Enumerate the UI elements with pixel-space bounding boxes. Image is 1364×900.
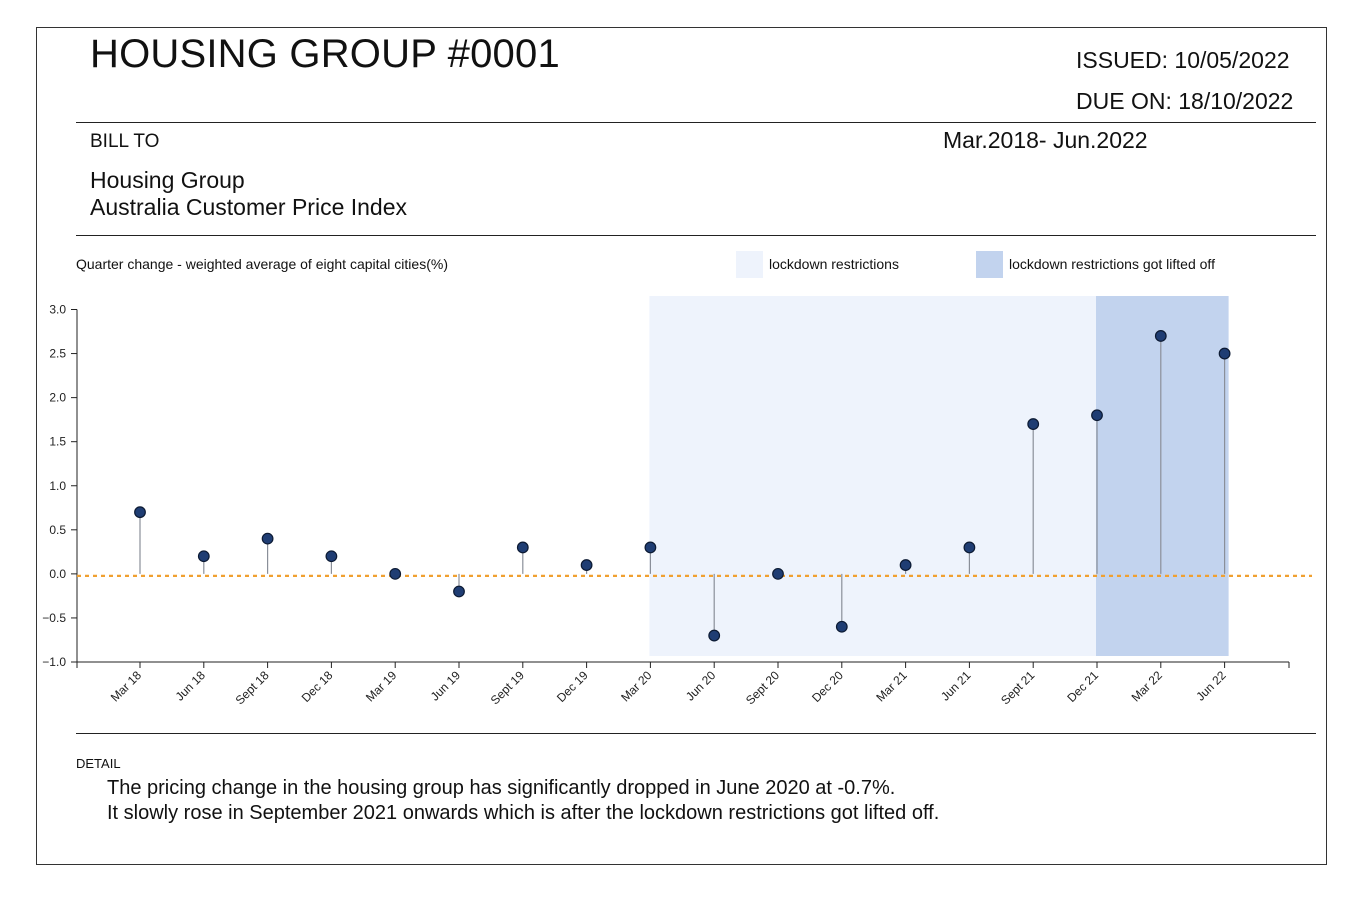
lollipop-chart: 3.0 2.5 2.0 1.5 1.0 0.5 0.0 −0.5 −1.0 Mar 18 Jun 1… <box>42 296 1312 707</box>
data-point <box>580 559 593 571</box>
x-tick-label: Mar 19 <box>363 668 400 705</box>
data-point <box>644 541 657 554</box>
data-point <box>835 620 848 633</box>
x-tick-label: Dec 21 <box>1064 668 1101 705</box>
data-point <box>772 567 784 580</box>
data-point <box>453 585 465 598</box>
data-point <box>516 541 529 554</box>
data-point <box>1218 347 1231 360</box>
data-point <box>1027 418 1040 430</box>
x-tick-label: Jun 22 <box>1193 668 1229 704</box>
detail-divider <box>76 733 1316 734</box>
y-tick-label: −0.5 <box>42 611 66 625</box>
x-tick-label: Sept 20 <box>743 668 782 707</box>
region-lifted <box>1096 296 1229 656</box>
data-point <box>708 629 721 642</box>
x-tick-label: Mar 20 <box>618 668 655 705</box>
x-tick-label: Sept 21 <box>998 668 1037 707</box>
y-tick-label: 2.0 <box>49 391 66 405</box>
x-tick-label: Dec 19 <box>554 668 591 705</box>
detail-line-2: It slowly rose in September 2021 onwards… <box>107 802 940 824</box>
x-tick-label: Jun 19 <box>428 668 464 704</box>
y-tick-label: 0.5 <box>49 523 66 537</box>
y-tick-label: −1.0 <box>42 655 66 669</box>
x-tick-label: Dec 18 <box>299 668 336 705</box>
y-tick-label: 1.5 <box>49 435 66 449</box>
data-point <box>1154 330 1167 342</box>
x-tick-label: Sept 19 <box>488 668 527 707</box>
x-tick-label: Mar 21 <box>873 668 910 705</box>
detail-line-1: The pricing change in the housing group … <box>107 777 896 799</box>
region-lockdown <box>649 296 1097 656</box>
x-tick-label: Dec 20 <box>809 668 846 705</box>
x-tick-label: Jun 20 <box>683 668 719 704</box>
x-tick-label: Mar 22 <box>1129 668 1166 705</box>
data-point <box>325 550 338 563</box>
data-point <box>261 532 274 545</box>
data-point <box>134 506 146 519</box>
y-tick-label: 2.5 <box>49 347 66 361</box>
y-tick-label: 0.0 <box>49 567 66 581</box>
x-tick-label: Mar 18 <box>108 668 145 705</box>
y-tick-label: 3.0 <box>49 303 66 317</box>
data-point <box>963 541 976 554</box>
data-point <box>899 559 912 571</box>
data-point <box>197 550 210 563</box>
detail-label: DETAIL <box>76 756 121 771</box>
data-point <box>1091 409 1103 422</box>
x-tick-label: Jun 18 <box>173 668 209 704</box>
x-tick-label: Sept 18 <box>233 668 272 707</box>
data-point <box>389 567 402 580</box>
x-tick-label: Jun 21 <box>938 668 974 704</box>
y-tick-label: 1.0 <box>49 479 66 493</box>
